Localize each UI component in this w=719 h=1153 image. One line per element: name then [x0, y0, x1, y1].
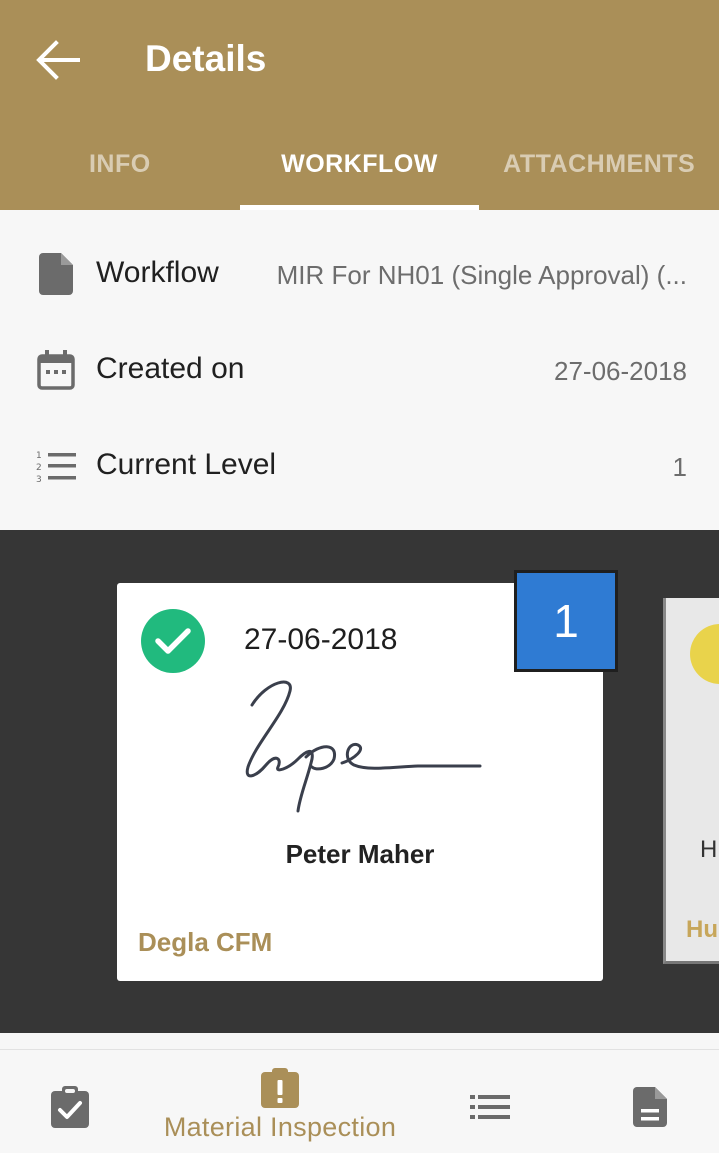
workflow-details: Workflow MIR For NH01 (Single Approval) …	[0, 210, 719, 530]
tab-info[interactable]: INFO	[0, 128, 240, 210]
signer-name: Peter Maher	[285, 839, 435, 869]
current-level-value: 1	[672, 452, 687, 482]
created-on-label: Created on	[96, 352, 245, 385]
current-level-row: 1 2 3 Current Level 1	[0, 418, 719, 514]
clipboard-alert-icon	[261, 1068, 299, 1108]
svg-text:1: 1	[36, 451, 42, 461]
current-level-label: Current Level	[96, 448, 277, 481]
workflow-row: Workflow MIR For NH01 (Single Approval) …	[0, 226, 719, 322]
tab-attachments[interactable]: ATTACHMENTS	[479, 128, 719, 210]
approval-date: 27-06-2018	[244, 623, 398, 656]
arrow-left-icon	[36, 40, 80, 80]
app-header: Details INFO WORKFLOW ATTACHMENTS	[0, 0, 719, 210]
svg-text:2: 2	[36, 463, 42, 473]
next-organization-name: Hu	[686, 916, 718, 943]
next-signer-name: H	[700, 836, 718, 863]
nav-material-inspection[interactable]: Material Inspection	[150, 1050, 410, 1153]
organization-name: Degla CFM	[138, 927, 273, 957]
tab-bar: INFO WORKFLOW ATTACHMENTS	[0, 128, 719, 210]
check-circle-icon	[141, 609, 205, 673]
calendar-icon	[36, 348, 76, 392]
document-icon	[36, 252, 76, 296]
workflow-label: Workflow	[96, 256, 219, 289]
nav-list[interactable]	[468, 1050, 512, 1153]
tab-workflow[interactable]: WORKFLOW	[239, 128, 480, 210]
list-icon	[470, 1095, 510, 1119]
workflow-value: MIR For NH01 (Single Approval) (...	[276, 260, 687, 290]
nav-tasks[interactable]	[46, 1050, 94, 1153]
created-on-value: 27-06-2018	[554, 356, 687, 386]
numbered-list-icon: 1 2 3	[36, 444, 76, 488]
pending-status-icon	[690, 624, 719, 684]
signature-image	[245, 680, 482, 813]
back-button[interactable]	[30, 30, 86, 90]
file-icon	[633, 1087, 667, 1127]
level-badge: 1	[514, 570, 618, 672]
bottom-navigation: Material Inspection	[0, 1049, 719, 1153]
created-on-row: Created on 27-06-2018	[0, 322, 719, 418]
svg-text:3: 3	[36, 475, 42, 483]
next-approval-card[interactable]: H Hu	[663, 598, 719, 964]
page-title: Details	[145, 38, 267, 79]
approval-carousel[interactable]: 27-06-2018 Peter Maher Degla CFM 1 H Hu	[0, 530, 719, 1033]
nav-documents[interactable]	[630, 1050, 670, 1153]
nav-material-inspection-label: Material Inspection	[163, 1112, 397, 1142]
clipboard-check-icon	[51, 1086, 89, 1128]
